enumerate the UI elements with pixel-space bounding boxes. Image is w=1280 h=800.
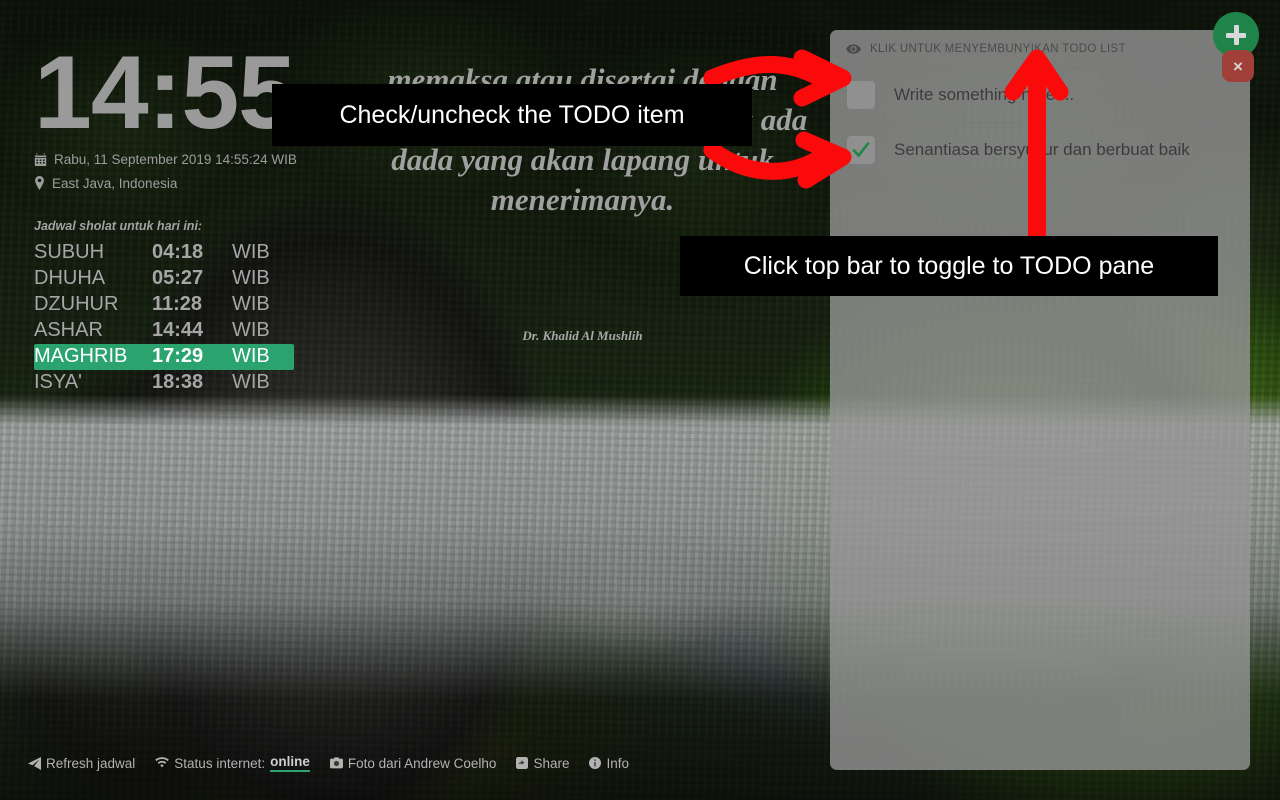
camera-icon: [329, 756, 343, 770]
photo-credit[interactable]: Foto dari Andrew Coelho: [329, 755, 497, 771]
todo-checkbox[interactable]: [846, 135, 876, 165]
todo-toggle-label: KLIK UNTUK MENYEMBUNYIKAN TODO LIST: [870, 42, 1126, 55]
schedule-name: MAGHRIB: [34, 343, 152, 370]
schedule-row: ISYA' 18:38 WIB: [34, 370, 294, 396]
internet-status: Status internet: online: [155, 754, 310, 772]
eye-icon: [846, 43, 861, 54]
schedule-caption: Jadwal sholat untuk hari ini:: [34, 218, 203, 233]
date-text: Rabu, 11 September 2019 14:55:24 WIB: [54, 151, 297, 167]
info-button[interactable]: Info: [589, 756, 629, 771]
app-screen: 14:55 Rabu, 11 September 2019 14:55:24 W…: [0, 0, 1280, 800]
todo-list: Write something here ... Senantiasa bersy…: [830, 68, 1250, 178]
schedule-zone: WIB: [232, 343, 294, 370]
schedule-name: ASHAR: [34, 318, 103, 341]
schedule-time: 18:38: [152, 370, 204, 393]
todo-pane: KLIK UNTUK MENYEMBUNYIKAN TODO LIST Writ…: [830, 30, 1250, 770]
share-icon: [516, 757, 529, 769]
callout-check-todo: Check/uncheck the TODO item: [272, 84, 752, 146]
wifi-icon: [155, 757, 170, 769]
info-label: Info: [606, 755, 630, 771]
schedule-zone: WIB: [232, 240, 270, 263]
schedule-zone: WIB: [232, 266, 270, 289]
schedule-name: SUBUH: [34, 240, 105, 263]
schedule-row: DZUHUR 11:28 WIB: [34, 292, 294, 318]
bottom-status-bar: Refresh jadwal Status internet: online F…: [28, 754, 629, 772]
todo-item-label: Write something here ...: [894, 85, 1075, 104]
schedule-time: 11:28: [152, 292, 203, 315]
schedule-name: ISYA': [34, 370, 82, 393]
schedule-row: DHUHA 05:27 WIB: [34, 266, 294, 292]
schedule-name: DHUHA: [34, 266, 106, 289]
internet-status-label: Status internet:: [174, 755, 266, 771]
schedule-row: SUBUH 04:18 WIB: [34, 240, 294, 266]
schedule-time: 14:44: [152, 318, 204, 341]
schedule-zone: WIB: [232, 318, 270, 341]
todo-checkbox[interactable]: [846, 80, 876, 110]
schedule-zone: WIB: [232, 292, 270, 315]
schedule-time: 17:29: [152, 343, 232, 370]
todo-item: Write something here ...: [830, 68, 1250, 123]
paper-plane-icon: [28, 756, 41, 770]
schedule-row: ASHAR 14:44 WIB: [34, 318, 294, 344]
prayer-schedule-table: SUBUH 04:18 WIB DHUHA 05:27 WIB DZUHUR 11:28 WIB…: [34, 240, 294, 396]
refresh-jadwal-button[interactable]: Refresh jadwal: [28, 756, 135, 771]
share-label: Share: [533, 755, 570, 771]
calendar-icon: [34, 152, 47, 166]
info-icon: [589, 757, 602, 769]
todo-toggle-bar[interactable]: KLIK UNTUK MENYEMBUNYIKAN TODO LIST: [830, 30, 1250, 68]
quote-author: Dr. Khalid Al Mushlih: [522, 328, 643, 343]
delete-todo-button[interactable]: ×: [1222, 50, 1254, 82]
add-icon-vertical: [1233, 25, 1239, 45]
schedule-row: MAGHRIB 17:29 WIB: [34, 343, 294, 370]
share-button[interactable]: Share: [516, 756, 569, 771]
schedule-zone: WIB: [232, 370, 270, 393]
refresh-jadwal-label: Refresh jadwal: [46, 755, 136, 771]
map-pin-icon: [34, 176, 45, 191]
location-text: East Java, Indonesia: [52, 175, 178, 191]
todo-item: Senantiasa bersyukur dan berbuat baik: [830, 123, 1250, 178]
schedule-time: 05:27: [152, 266, 204, 289]
todo-item-label: Senantiasa bersyukur dan berbuat baik: [894, 140, 1190, 159]
check-icon: [852, 142, 870, 157]
internet-status-value: online: [270, 754, 310, 772]
photo-credit-label: Foto dari Andrew Coelho: [347, 755, 497, 771]
schedule-time: 04:18: [152, 240, 204, 263]
schedule-name: DZUHUR: [34, 292, 119, 315]
callout-toggle-pane: Click top bar to toggle to TODO pane: [680, 236, 1218, 296]
